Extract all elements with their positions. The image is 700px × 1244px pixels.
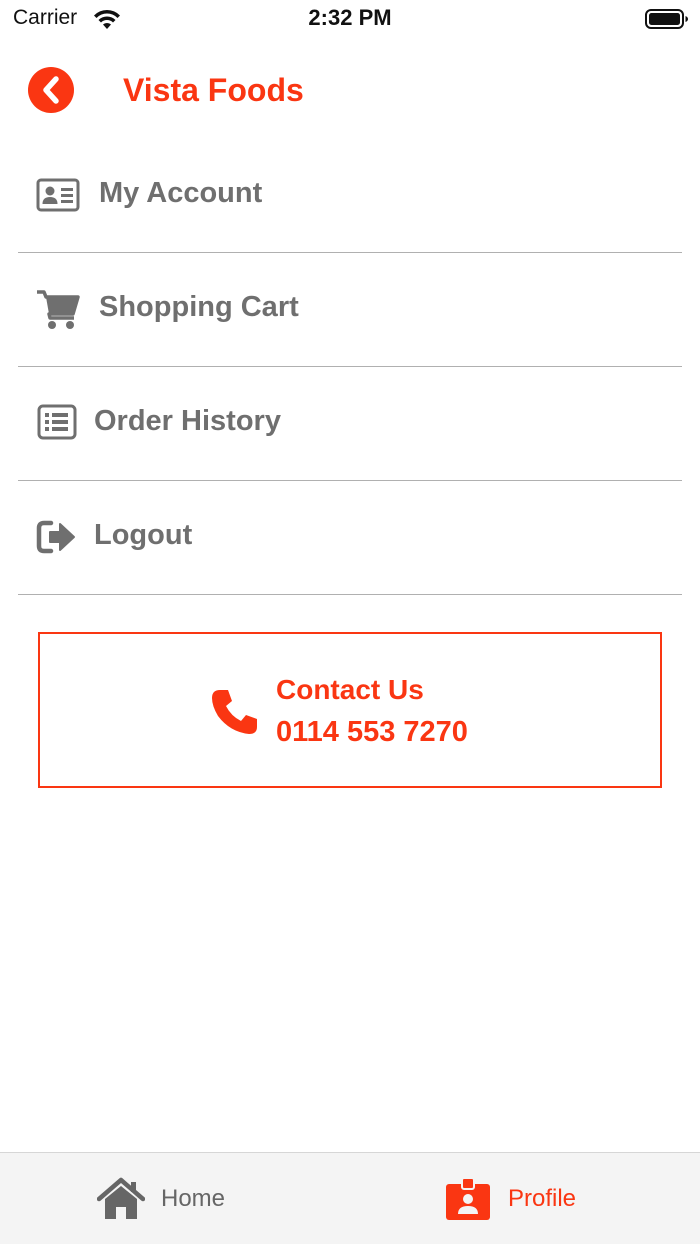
menu-item-logout[interactable]: Logout	[18, 481, 682, 595]
profile-screen: Carrier 2:32 PM Vista Foods My Account S…	[0, 0, 700, 1244]
logout-icon	[36, 520, 75, 554]
contact-phone-number: 0114 553 7270	[276, 716, 468, 748]
menu-item-my-account[interactable]: My Account	[18, 139, 682, 253]
contact-us-button[interactable]: Contact Us 0114 553 7270	[38, 632, 662, 788]
contact-title: Contact Us	[276, 674, 424, 705]
list-icon	[37, 404, 77, 440]
menu-item-order-history[interactable]: Order History	[18, 367, 682, 481]
page-title: Vista Foods	[123, 72, 304, 108]
status-time: 2:32 PM	[308, 5, 392, 30]
status-bar: Carrier 2:32 PM	[0, 0, 700, 40]
menu-item-label: My Account	[99, 177, 263, 209]
tab-home[interactable]: Home	[0, 1153, 350, 1244]
back-button[interactable]	[28, 67, 74, 113]
menu-item-shopping-cart[interactable]: Shopping Cart	[18, 253, 682, 367]
tab-profile-label: Profile	[508, 1185, 577, 1212]
tab-bar: Home Profile	[0, 1152, 700, 1244]
phone-icon	[212, 690, 257, 734]
menu-item-label: Shopping Cart	[99, 291, 299, 323]
chevron-left-circle-icon	[43, 76, 59, 104]
menu-item-label: Logout	[94, 519, 193, 551]
tab-profile[interactable]: Profile	[350, 1153, 700, 1244]
battery-icon	[645, 9, 688, 29]
profile-badge-icon	[446, 1177, 490, 1220]
cart-icon	[37, 290, 80, 329]
tab-home-label: Home	[161, 1185, 226, 1212]
id-card-icon	[36, 178, 80, 212]
home-icon	[97, 1177, 145, 1219]
menu-item-label: Order History	[94, 405, 281, 437]
